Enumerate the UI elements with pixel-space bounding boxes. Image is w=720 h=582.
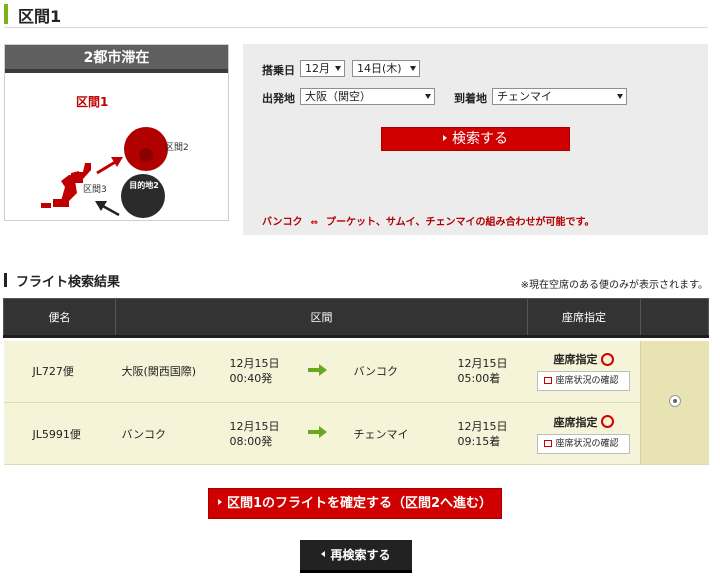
- arrival-time: 12月15日 05:00着: [457, 340, 528, 403]
- back-icon: [321, 551, 326, 557]
- section1-label: 区間1: [76, 95, 109, 109]
- section-accent-bar: [4, 4, 8, 24]
- combination-note: バンコク ⇔ プーケット、サムイ、チェンマイの組み合わせが可能です。: [262, 213, 594, 228]
- destination1-label: 目的地1: [131, 104, 161, 113]
- table-row: JL727便 大阪(関西国際) 12月15日 00:40発 バンコク 12月15日…: [3, 340, 709, 465]
- play-icon: [443, 135, 447, 141]
- destination-value: チェンマイ: [497, 90, 552, 103]
- confirm-flight-button[interactable]: 区間1のフライトを確定する（区間2へ進む）: [208, 488, 502, 519]
- departure-time: 12月15日 08:00発: [221, 402, 298, 465]
- arrow-up-left-icon: [95, 201, 120, 217]
- seat-status-button[interactable]: 座席状況の確認: [536, 371, 630, 392]
- table-row: JL5991便 バンコク 12月15日 08:00発 チェンマイ 12月15日 09…: [3, 402, 709, 465]
- results-table: 便名 区間 座席指定 JL727便 大阪(関西国際) 12月15日 00:40発 …: [3, 298, 710, 465]
- chevron-down-icon: [410, 66, 416, 71]
- research-button-label: 再検索する: [330, 548, 391, 562]
- research-button[interactable]: 再検索する: [300, 540, 412, 573]
- flight-select-radio[interactable]: [668, 394, 681, 407]
- trip-diagram: 2都市滞在 区間1 目的地1 区間2 目的地2 区間3: [4, 44, 229, 221]
- route-arrow: [297, 340, 354, 403]
- day-value: 14日(木): [357, 62, 402, 75]
- day-select[interactable]: 14日(木): [352, 60, 420, 77]
- flight-column-header: 便名: [3, 298, 116, 338]
- arrival-airport: チェンマイ: [353, 402, 458, 465]
- destination2-label: 目的地2: [129, 181, 159, 190]
- departure-time: 12月15日 00:40発: [221, 340, 298, 403]
- select-column-header: [640, 298, 710, 338]
- chevron-down-icon: [425, 94, 431, 99]
- route-arrow: [297, 402, 354, 465]
- search-button[interactable]: 検索する: [381, 127, 570, 151]
- section-title: 区間1: [18, 7, 62, 26]
- search-button-label: 検索する: [452, 131, 508, 147]
- origin-value: 大阪（関空）: [305, 90, 371, 103]
- arrow-right-icon: [307, 363, 327, 376]
- bidirectional-arrow-icon: ⇔: [310, 218, 319, 228]
- section2-label: 区間2: [165, 143, 189, 153]
- available-circle-icon: [600, 352, 614, 366]
- month-select[interactable]: 12月: [300, 60, 345, 77]
- seat-status-button[interactable]: 座席状況の確認: [536, 433, 630, 454]
- available-circle-icon: [600, 415, 614, 428]
- seat-label: 座席指定: [553, 353, 598, 367]
- confirm-button-label: 区間1のフライトを確定する（区間2へ進む）: [226, 496, 493, 511]
- results-accent-bar: [4, 273, 7, 287]
- destination-label: 到着地: [454, 92, 487, 105]
- seat-cell: 座席指定 座席状況の確認: [527, 402, 641, 465]
- note-city: バンコク: [262, 217, 303, 228]
- flight-number: JL5991便: [3, 402, 116, 465]
- arrival-time: 12月15日 09:15着: [457, 402, 528, 465]
- origin-select[interactable]: 大阪（関空）: [300, 88, 435, 105]
- results-title: フライト検索結果: [16, 275, 121, 290]
- select-cell: [640, 340, 709, 465]
- arrival-airport: バンコク: [353, 340, 458, 403]
- section3-label: 区間3: [83, 185, 107, 195]
- month-value: 12月: [305, 62, 330, 75]
- arrow-right-icon: [307, 426, 327, 438]
- date-label: 搭乗日: [262, 64, 295, 77]
- window-icon: [543, 439, 552, 447]
- origin-label: 出発地: [262, 92, 295, 105]
- departure-airport: バンコク: [115, 402, 222, 465]
- route-diagram-graphic: [41, 127, 168, 217]
- play-icon: [217, 499, 222, 505]
- departure-airport: 大阪(関西国際): [115, 340, 222, 403]
- chevron-down-icon: [617, 94, 623, 99]
- route-column-header: 区間: [114, 298, 529, 338]
- diagram-header: 2都市滞在: [5, 45, 228, 73]
- window-icon: [543, 377, 552, 385]
- note-text: プーケット、サムイ、チェンマイの組み合わせが可能です。: [326, 217, 595, 228]
- seat-label: 座席指定: [553, 415, 598, 429]
- results-note: ※現在空席のある便のみが表示されます。: [520, 280, 708, 291]
- seat-cell: 座席指定 座席状況の確認: [527, 340, 641, 403]
- section-header: 区間1: [4, 2, 708, 28]
- flight-number: JL727便: [3, 340, 116, 403]
- table-header-row: 便名 区間 座席指定: [3, 298, 710, 338]
- destination-select[interactable]: チェンマイ: [492, 88, 627, 105]
- seat-column-header: 座席指定: [527, 298, 642, 338]
- chevron-down-icon: [335, 66, 341, 71]
- arrow-up-right-icon: [96, 157, 123, 175]
